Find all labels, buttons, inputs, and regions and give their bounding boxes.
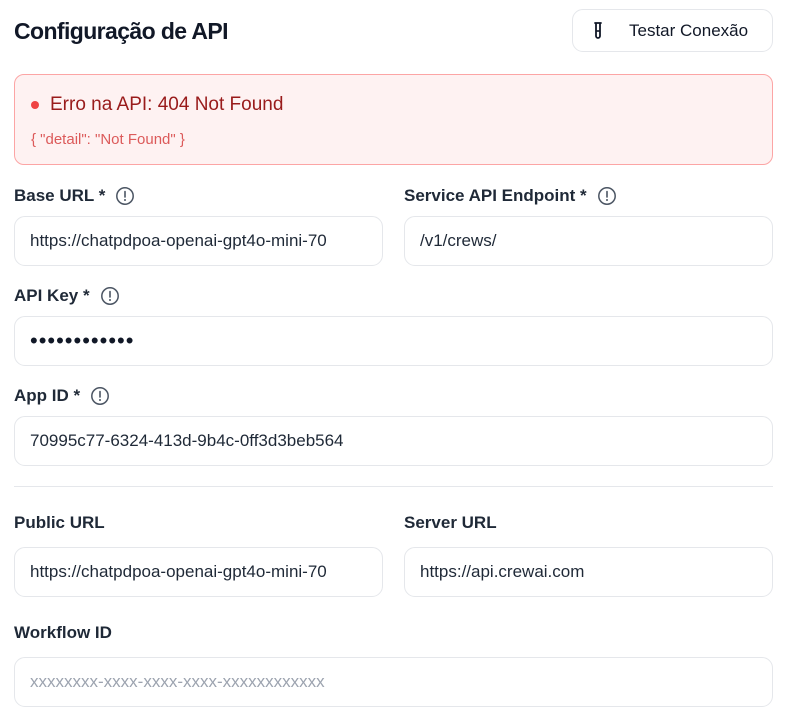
test-tube-icon <box>593 21 603 40</box>
server-url-value: https://api.crewai.com <box>420 562 585 581</box>
public-url-label-text: Public URL <box>14 513 105 532</box>
page-title: Configuração de API <box>14 18 229 44</box>
test-connection-button[interactable]: Testar Conexão <box>572 9 773 52</box>
public-url-input[interactable]: https://chatpdpoa-openai-gpt4o-mini-70 <box>14 547 383 597</box>
info-icon[interactable] <box>90 386 110 406</box>
app-id-input[interactable]: 70995c77-6324-413d-9b4c-0ff3d3beb564 <box>14 416 773 466</box>
header: Configuração de API Testar Conexão <box>14 8 773 54</box>
workflow-id-placeholder: xxxxxxxx-xxxx-xxxx-xxxx-xxxxxxxxxxxx <box>30 672 325 691</box>
base-url-input[interactable]: https://chatpdpoa-openai-gpt4o-mini-70 <box>14 216 383 266</box>
divider <box>14 486 773 487</box>
api-key-input[interactable]: •••••••••••• <box>14 316 773 366</box>
base-url-label: Base URL * <box>14 186 135 206</box>
api-key-label: API Key * <box>14 286 120 306</box>
workflow-id-label-text: Workflow ID <box>14 623 112 642</box>
base-url-label-text: Base URL * <box>14 186 106 205</box>
workflow-id-label: Workflow ID <box>14 623 112 643</box>
service-endpoint-label: Service API Endpoint * <box>404 186 617 206</box>
error-detail: { "detail": "Not Found" } <box>31 131 185 148</box>
workflow-id-input[interactable]: xxxxxxxx-xxxx-xxxx-xxxx-xxxxxxxxxxxx <box>14 657 773 707</box>
service-endpoint-label-text: Service API Endpoint * <box>404 186 587 205</box>
error-alert: Erro na API: 404 Not Found { "detail": "… <box>14 74 773 165</box>
public-url-value: https://chatpdpoa-openai-gpt4o-mini-70 <box>30 562 327 581</box>
api-key-label-text: API Key * <box>14 286 90 305</box>
app-id-value: 70995c77-6324-413d-9b4c-0ff3d3beb564 <box>30 431 344 450</box>
base-url-value: https://chatpdpoa-openai-gpt4o-mini-70 <box>30 231 327 250</box>
server-url-input[interactable]: https://api.crewai.com <box>404 547 773 597</box>
service-endpoint-input[interactable]: /v1/crews/ <box>404 216 773 266</box>
info-icon[interactable] <box>597 186 617 206</box>
api-key-value: •••••••••••• <box>30 328 135 353</box>
server-url-label-text: Server URL <box>404 513 497 532</box>
error-title: Erro na API: 404 Not Found <box>50 94 284 115</box>
test-connection-label: Testar Conexão <box>629 20 749 40</box>
server-url-label: Server URL <box>404 513 497 533</box>
service-endpoint-value: /v1/crews/ <box>420 231 497 250</box>
public-url-label: Public URL <box>14 513 105 533</box>
app-id-label-text: App ID * <box>14 386 81 405</box>
info-icon[interactable] <box>115 186 135 206</box>
app-id-label: App ID * <box>14 386 110 406</box>
error-dot-icon <box>31 101 39 109</box>
info-icon[interactable] <box>100 286 120 306</box>
